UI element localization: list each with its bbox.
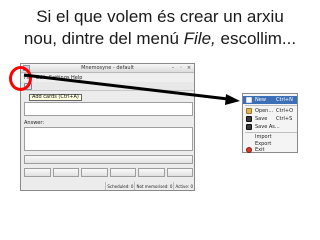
save-icon bbox=[246, 116, 252, 122]
menu-item-exit[interactable]: Exit bbox=[243, 146, 297, 154]
menu-item-save-as-label: Save As... bbox=[255, 124, 280, 130]
menu-item-new-label: New bbox=[255, 97, 266, 103]
new-document-icon bbox=[246, 97, 252, 103]
exit-icon bbox=[246, 147, 252, 153]
save-as-icon bbox=[246, 124, 252, 130]
arrow-line bbox=[23, 73, 229, 101]
menu-item-save-shortcut: Ctrl+S bbox=[276, 116, 293, 122]
menu-item-save[interactable]: Save Ctrl+S bbox=[243, 115, 297, 123]
menu-item-open-shortcut: Ctrl+O bbox=[276, 108, 294, 114]
menu-item-save-label: Save bbox=[255, 116, 268, 122]
open-folder-icon bbox=[246, 108, 252, 114]
menu-item-exit-label: Exit bbox=[255, 147, 265, 153]
menu-item-new-shortcut: Ctrl+N bbox=[276, 97, 293, 103]
arrow-head bbox=[225, 94, 240, 105]
menu-item-open[interactable]: Open... Ctrl+O bbox=[243, 107, 297, 115]
menu-item-new[interactable]: New Ctrl+N bbox=[243, 96, 297, 104]
menu-item-open-label: Open... bbox=[255, 108, 274, 114]
menu-separator bbox=[245, 105, 297, 106]
file-menu-dropdown: New Ctrl+N Open... Ctrl+O Save Ctrl+S Sa… bbox=[242, 93, 298, 153]
menu-item-save-as[interactable]: Save As... bbox=[243, 123, 297, 131]
